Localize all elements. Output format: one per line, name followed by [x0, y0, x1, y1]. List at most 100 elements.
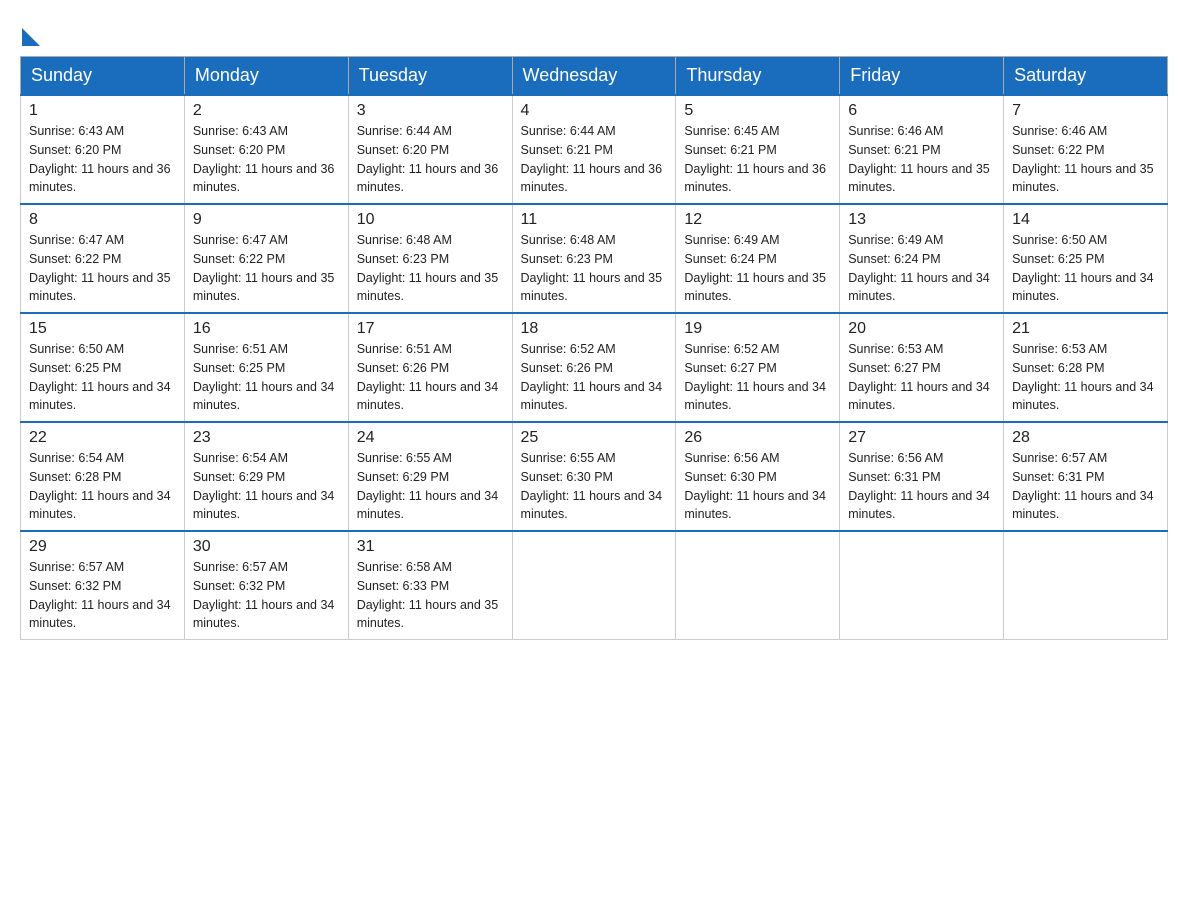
day-info: Sunrise: 6:45 AMSunset: 6:21 PMDaylight:… [684, 124, 826, 194]
day-info: Sunrise: 6:58 AMSunset: 6:33 PMDaylight:… [357, 560, 499, 630]
day-info: Sunrise: 6:55 AMSunset: 6:30 PMDaylight:… [521, 451, 663, 521]
calendar-week-row: 29 Sunrise: 6:57 AMSunset: 6:32 PMDaylig… [21, 531, 1168, 640]
calendar-day-cell: 12 Sunrise: 6:49 AMSunset: 6:24 PMDaylig… [676, 204, 840, 313]
logo-arrow-icon [22, 28, 40, 46]
day-number: 17 [357, 320, 504, 338]
calendar-day-cell: 2 Sunrise: 6:43 AMSunset: 6:20 PMDayligh… [184, 95, 348, 204]
calendar-day-cell: 29 Sunrise: 6:57 AMSunset: 6:32 PMDaylig… [21, 531, 185, 640]
calendar-body: 1 Sunrise: 6:43 AMSunset: 6:20 PMDayligh… [21, 95, 1168, 640]
calendar-day-cell: 6 Sunrise: 6:46 AMSunset: 6:21 PMDayligh… [840, 95, 1004, 204]
day-info: Sunrise: 6:44 AMSunset: 6:20 PMDaylight:… [357, 124, 499, 194]
day-of-week-header: Tuesday [348, 57, 512, 96]
day-number: 14 [1012, 211, 1159, 229]
calendar-day-cell: 16 Sunrise: 6:51 AMSunset: 6:25 PMDaylig… [184, 313, 348, 422]
day-number: 25 [521, 429, 668, 447]
day-info: Sunrise: 6:43 AMSunset: 6:20 PMDaylight:… [193, 124, 335, 194]
day-number: 3 [357, 102, 504, 120]
day-info: Sunrise: 6:57 AMSunset: 6:32 PMDaylight:… [193, 560, 335, 630]
day-of-week-header: Wednesday [512, 57, 676, 96]
day-info: Sunrise: 6:48 AMSunset: 6:23 PMDaylight:… [521, 233, 663, 303]
calendar-day-cell: 19 Sunrise: 6:52 AMSunset: 6:27 PMDaylig… [676, 313, 840, 422]
day-number: 20 [848, 320, 995, 338]
day-info: Sunrise: 6:57 AMSunset: 6:31 PMDaylight:… [1012, 451, 1154, 521]
day-of-week-header: Sunday [21, 57, 185, 96]
day-number: 31 [357, 538, 504, 556]
calendar-day-cell: 27 Sunrise: 6:56 AMSunset: 6:31 PMDaylig… [840, 422, 1004, 531]
day-number: 12 [684, 211, 831, 229]
day-number: 9 [193, 211, 340, 229]
day-number: 21 [1012, 320, 1159, 338]
day-info: Sunrise: 6:47 AMSunset: 6:22 PMDaylight:… [193, 233, 335, 303]
calendar-day-cell [676, 531, 840, 640]
day-number: 28 [1012, 429, 1159, 447]
day-info: Sunrise: 6:54 AMSunset: 6:28 PMDaylight:… [29, 451, 171, 521]
day-info: Sunrise: 6:51 AMSunset: 6:26 PMDaylight:… [357, 342, 499, 412]
day-number: 11 [521, 211, 668, 229]
calendar-day-cell: 5 Sunrise: 6:45 AMSunset: 6:21 PMDayligh… [676, 95, 840, 204]
day-number: 23 [193, 429, 340, 447]
calendar-day-cell: 25 Sunrise: 6:55 AMSunset: 6:30 PMDaylig… [512, 422, 676, 531]
day-info: Sunrise: 6:56 AMSunset: 6:30 PMDaylight:… [684, 451, 826, 521]
calendar-day-cell: 8 Sunrise: 6:47 AMSunset: 6:22 PMDayligh… [21, 204, 185, 313]
calendar-day-cell: 23 Sunrise: 6:54 AMSunset: 6:29 PMDaylig… [184, 422, 348, 531]
day-number: 8 [29, 211, 176, 229]
day-info: Sunrise: 6:53 AMSunset: 6:27 PMDaylight:… [848, 342, 990, 412]
calendar-day-cell: 31 Sunrise: 6:58 AMSunset: 6:33 PMDaylig… [348, 531, 512, 640]
calendar-week-row: 8 Sunrise: 6:47 AMSunset: 6:22 PMDayligh… [21, 204, 1168, 313]
day-number: 29 [29, 538, 176, 556]
calendar-day-cell: 4 Sunrise: 6:44 AMSunset: 6:21 PMDayligh… [512, 95, 676, 204]
day-of-week-header: Thursday [676, 57, 840, 96]
calendar-day-cell: 9 Sunrise: 6:47 AMSunset: 6:22 PMDayligh… [184, 204, 348, 313]
day-of-week-header: Monday [184, 57, 348, 96]
day-info: Sunrise: 6:56 AMSunset: 6:31 PMDaylight:… [848, 451, 990, 521]
calendar-day-cell [1004, 531, 1168, 640]
day-info: Sunrise: 6:46 AMSunset: 6:22 PMDaylight:… [1012, 124, 1154, 194]
calendar-day-cell: 7 Sunrise: 6:46 AMSunset: 6:22 PMDayligh… [1004, 95, 1168, 204]
calendar-day-cell: 30 Sunrise: 6:57 AMSunset: 6:32 PMDaylig… [184, 531, 348, 640]
day-info: Sunrise: 6:49 AMSunset: 6:24 PMDaylight:… [848, 233, 990, 303]
day-number: 26 [684, 429, 831, 447]
day-info: Sunrise: 6:54 AMSunset: 6:29 PMDaylight:… [193, 451, 335, 521]
day-info: Sunrise: 6:49 AMSunset: 6:24 PMDaylight:… [684, 233, 826, 303]
calendar-day-cell: 18 Sunrise: 6:52 AMSunset: 6:26 PMDaylig… [512, 313, 676, 422]
day-info: Sunrise: 6:52 AMSunset: 6:26 PMDaylight:… [521, 342, 663, 412]
day-number: 13 [848, 211, 995, 229]
day-number: 10 [357, 211, 504, 229]
day-number: 27 [848, 429, 995, 447]
day-info: Sunrise: 6:57 AMSunset: 6:32 PMDaylight:… [29, 560, 171, 630]
calendar-day-cell: 17 Sunrise: 6:51 AMSunset: 6:26 PMDaylig… [348, 313, 512, 422]
day-number: 1 [29, 102, 176, 120]
day-info: Sunrise: 6:46 AMSunset: 6:21 PMDaylight:… [848, 124, 990, 194]
day-info: Sunrise: 6:43 AMSunset: 6:20 PMDaylight:… [29, 124, 171, 194]
day-number: 2 [193, 102, 340, 120]
day-info: Sunrise: 6:48 AMSunset: 6:23 PMDaylight:… [357, 233, 499, 303]
calendar-day-cell: 14 Sunrise: 6:50 AMSunset: 6:25 PMDaylig… [1004, 204, 1168, 313]
calendar-day-cell: 1 Sunrise: 6:43 AMSunset: 6:20 PMDayligh… [21, 95, 185, 204]
calendar-table: SundayMondayTuesdayWednesdayThursdayFrid… [20, 56, 1168, 640]
day-number: 4 [521, 102, 668, 120]
calendar-day-cell: 13 Sunrise: 6:49 AMSunset: 6:24 PMDaylig… [840, 204, 1004, 313]
day-info: Sunrise: 6:50 AMSunset: 6:25 PMDaylight:… [1012, 233, 1154, 303]
day-number: 30 [193, 538, 340, 556]
calendar-day-cell: 10 Sunrise: 6:48 AMSunset: 6:23 PMDaylig… [348, 204, 512, 313]
day-number: 6 [848, 102, 995, 120]
logo [20, 20, 40, 40]
calendar-week-row: 1 Sunrise: 6:43 AMSunset: 6:20 PMDayligh… [21, 95, 1168, 204]
day-number: 5 [684, 102, 831, 120]
days-of-week-row: SundayMondayTuesdayWednesdayThursdayFrid… [21, 57, 1168, 96]
calendar-day-cell: 28 Sunrise: 6:57 AMSunset: 6:31 PMDaylig… [1004, 422, 1168, 531]
day-number: 16 [193, 320, 340, 338]
day-number: 19 [684, 320, 831, 338]
calendar-day-cell: 11 Sunrise: 6:48 AMSunset: 6:23 PMDaylig… [512, 204, 676, 313]
day-info: Sunrise: 6:47 AMSunset: 6:22 PMDaylight:… [29, 233, 171, 303]
day-info: Sunrise: 6:51 AMSunset: 6:25 PMDaylight:… [193, 342, 335, 412]
calendar-day-cell: 22 Sunrise: 6:54 AMSunset: 6:28 PMDaylig… [21, 422, 185, 531]
calendar-day-cell: 21 Sunrise: 6:53 AMSunset: 6:28 PMDaylig… [1004, 313, 1168, 422]
day-info: Sunrise: 6:53 AMSunset: 6:28 PMDaylight:… [1012, 342, 1154, 412]
calendar-day-cell: 24 Sunrise: 6:55 AMSunset: 6:29 PMDaylig… [348, 422, 512, 531]
page-header [20, 20, 1168, 40]
calendar-day-cell: 20 Sunrise: 6:53 AMSunset: 6:27 PMDaylig… [840, 313, 1004, 422]
calendar-week-row: 22 Sunrise: 6:54 AMSunset: 6:28 PMDaylig… [21, 422, 1168, 531]
calendar-day-cell: 3 Sunrise: 6:44 AMSunset: 6:20 PMDayligh… [348, 95, 512, 204]
calendar-day-cell [512, 531, 676, 640]
